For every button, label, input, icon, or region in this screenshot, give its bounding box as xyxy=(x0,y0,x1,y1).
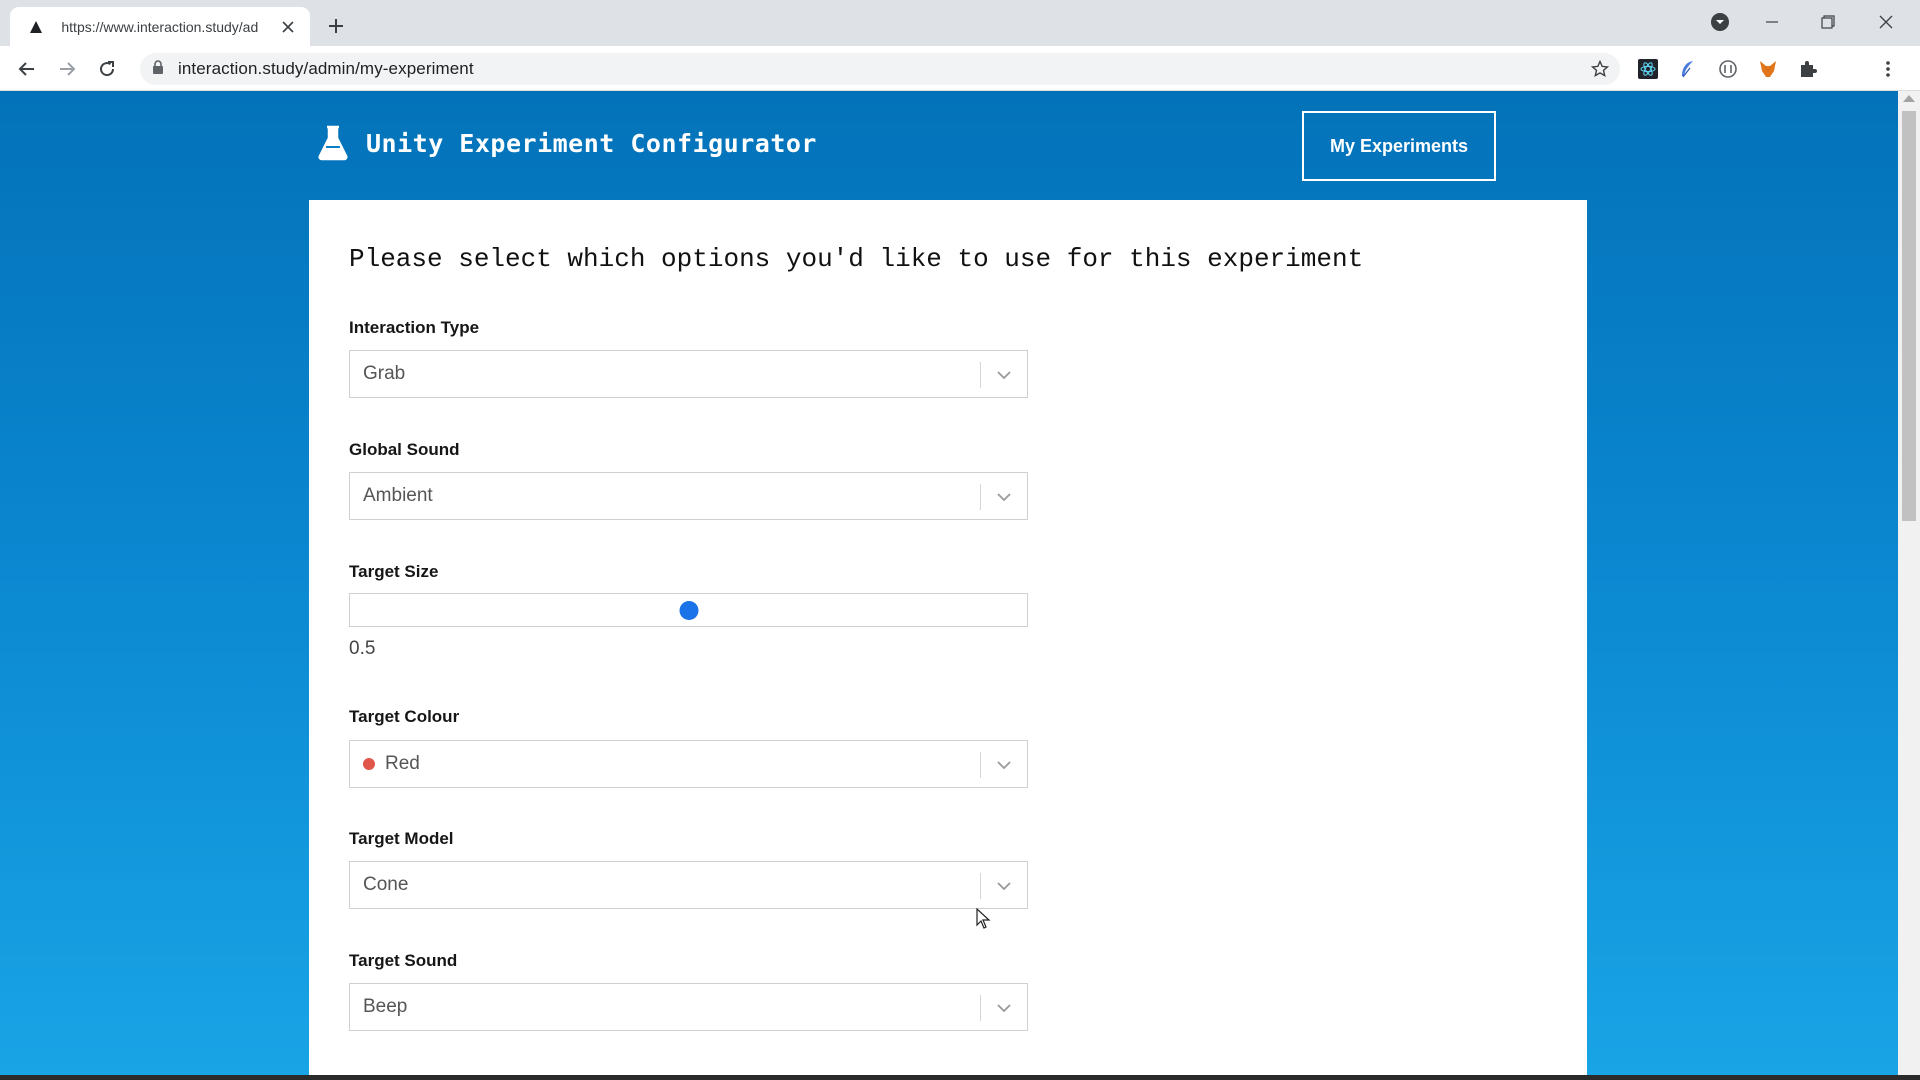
circle-extension-icon[interactable] xyxy=(1717,58,1739,80)
slider-thumb[interactable] xyxy=(679,601,698,620)
new-tab-icon[interactable] xyxy=(322,12,350,40)
page-scrollbar[interactable] xyxy=(1898,91,1920,1075)
back-arrow-icon[interactable] xyxy=(12,54,42,84)
target-sound-select[interactable]: Beep xyxy=(349,983,1028,1031)
target-size-slider[interactable] xyxy=(349,593,1028,627)
scrollbar-thumb[interactable] xyxy=(1902,111,1916,521)
restore-window-icon[interactable] xyxy=(1808,8,1848,36)
target-sound-value: Beep xyxy=(363,996,408,1017)
global-sound-label: Global Sound xyxy=(349,440,460,459)
target-colour-label: Target Colour xyxy=(349,707,460,726)
reload-icon[interactable] xyxy=(92,54,122,84)
select-separator xyxy=(980,362,981,388)
chevron-down-icon[interactable] xyxy=(993,487,1015,507)
flask-favicon-icon xyxy=(28,19,43,35)
react-devtools-extension-icon[interactable] xyxy=(1637,58,1659,80)
interaction-type-select[interactable]: Grab xyxy=(349,350,1028,398)
target-colour-select[interactable]: Red xyxy=(349,740,1028,788)
global-sound-value: Ambient xyxy=(363,485,433,506)
interaction-type-label: Interaction Type xyxy=(349,318,480,337)
bookmark-star-icon[interactable] xyxy=(1590,59,1610,79)
target-sound-label: Target Sound xyxy=(349,951,458,970)
window-bottom-edge xyxy=(0,1075,1920,1080)
select-separator xyxy=(980,484,981,510)
chevron-down-icon[interactable] xyxy=(993,876,1015,896)
select-separator xyxy=(980,873,981,899)
metamask-fox-extension-icon[interactable] xyxy=(1757,58,1779,80)
mouse-pointer-icon xyxy=(976,907,992,930)
target-colour-value: Red xyxy=(385,753,420,774)
feather-extension-icon[interactable] xyxy=(1677,58,1699,80)
red-swatch-icon xyxy=(363,758,375,770)
browser-toolbar: interaction.study/admin/my-experiment xyxy=(0,46,1920,91)
extensions-puzzle-icon[interactable] xyxy=(1797,58,1819,80)
browser-tab-bar: https://www.interaction.study/ad xyxy=(0,0,1920,46)
lock-icon[interactable] xyxy=(152,59,164,79)
select-separator xyxy=(980,752,981,778)
my-experiments-button[interactable]: My Experiments xyxy=(1302,111,1496,181)
url-text[interactable]: interaction.study/admin/my-experiment xyxy=(178,59,474,79)
target-size-label: Target Size xyxy=(349,562,439,581)
app-title: Unity Experiment Configurator xyxy=(366,129,817,158)
form-heading: Please select which options you'd like t… xyxy=(349,244,1364,274)
close-tab-icon[interactable] xyxy=(279,17,298,37)
browser-menu-icon[interactable] xyxy=(1877,58,1899,80)
address-bar[interactable]: interaction.study/admin/my-experiment xyxy=(140,53,1620,85)
global-sound-select[interactable]: Ambient xyxy=(349,472,1028,520)
tab-title: https://www.interaction.study/ad xyxy=(61,18,259,35)
chevron-down-icon[interactable] xyxy=(993,755,1015,775)
target-model-select[interactable]: Cone xyxy=(349,861,1028,909)
target-size-value: 0.5 xyxy=(349,638,376,659)
chevron-down-icon[interactable] xyxy=(993,998,1015,1018)
tab-search-icon[interactable] xyxy=(1700,8,1740,36)
target-model-label: Target Model xyxy=(349,829,454,848)
forward-arrow-icon[interactable] xyxy=(52,54,82,84)
config-form-card: Please select which options you'd like t… xyxy=(309,200,1587,1075)
chevron-down-icon[interactable] xyxy=(993,365,1015,385)
close-window-icon[interactable] xyxy=(1866,8,1906,36)
page-viewport: Unity Experiment Configurator My Experim… xyxy=(0,91,1898,1075)
flask-logo-icon xyxy=(318,125,348,161)
interaction-type-value: Grab xyxy=(363,363,406,384)
target-model-value: Cone xyxy=(363,874,409,895)
browser-tab[interactable]: https://www.interaction.study/ad xyxy=(10,7,310,46)
minimize-window-icon[interactable] xyxy=(1752,8,1792,36)
select-separator xyxy=(980,995,981,1021)
scroll-up-arrow-icon[interactable] xyxy=(1903,95,1915,102)
